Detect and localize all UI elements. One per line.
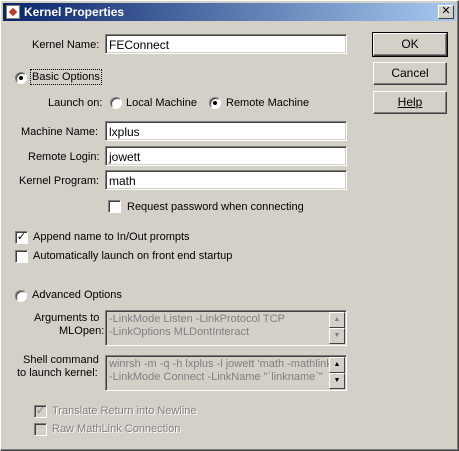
shell-command-line: winrsh -m -q -h lxplus -l jowett 'math -… — [109, 358, 332, 370]
arguments-line: -LinkMode Listen -LinkProtocol TCP — [109, 313, 285, 325]
kernel-properties-dialog: Kernel Properties ✕ OK Cancel Help Kerne… — [0, 0, 459, 451]
arguments-label-line1: Arguments to — [34, 312, 100, 324]
append-name-label[interactable]: Append name to In/Out prompts — [33, 231, 190, 243]
request-password-label[interactable]: Request password when connecting — [127, 201, 304, 213]
local-machine-radio[interactable] — [110, 97, 122, 109]
basic-options-radio[interactable] — [15, 72, 27, 84]
arguments-textarea[interactable]: -LinkMode Listen -LinkProtocol TCP -Link… — [105, 310, 347, 346]
kernel-program-input[interactable]: math — [105, 170, 347, 190]
scroll-down-icon[interactable]: ▼ — [329, 373, 345, 389]
close-button[interactable]: ✕ — [438, 5, 454, 19]
window-title: Kernel Properties — [24, 5, 125, 19]
translate-return-label[interactable]: Translate Return into Newline — [52, 405, 197, 417]
kernel-program-label: Kernel Program: — [19, 175, 100, 187]
help-button[interactable]: Help — [373, 91, 447, 114]
basic-options-label[interactable]: Basic Options — [30, 69, 102, 85]
remote-machine-radio[interactable] — [209, 97, 221, 109]
raw-mathlink-label[interactable]: Raw MathLink Connection — [52, 423, 180, 435]
scroll-up-icon[interactable]: ▲ — [329, 312, 345, 328]
advanced-options-radio[interactable] — [15, 290, 27, 302]
help-button-label: Help — [397, 95, 423, 109]
shell-command-label-line2: to launch kernel: — [17, 367, 98, 379]
scroll-up-icon[interactable]: ▲ — [329, 357, 345, 373]
kernel-name-input[interactable]: FEConnect — [105, 34, 347, 54]
remote-login-label: Remote Login: — [28, 151, 100, 163]
shell-command-line: -LinkMode Connect -LinkName "`linkname`" — [109, 371, 323, 383]
mathematica-icon — [6, 5, 20, 19]
advanced-options-label[interactable]: Advanced Options — [32, 289, 122, 301]
machine-name-label: Machine Name: — [21, 126, 99, 138]
arguments-label-line2: MLOpen: — [59, 325, 105, 337]
scroll-down-icon[interactable]: ▼ — [329, 328, 345, 344]
shell-command-scrollbar[interactable]: ▲ ▼ — [329, 357, 345, 389]
shell-command-label-line1: Shell command — [23, 354, 99, 366]
arguments-scrollbar[interactable]: ▲ ▼ — [329, 312, 345, 344]
request-password-checkbox[interactable] — [108, 200, 121, 213]
launch-on-label: Launch on: — [48, 97, 103, 109]
auto-launch-checkbox[interactable] — [15, 250, 28, 263]
auto-launch-label[interactable]: Automatically launch on front end startu… — [33, 250, 232, 262]
append-name-checkbox[interactable]: ✓ — [15, 231, 28, 244]
shell-command-textarea[interactable]: winrsh -m -q -h lxplus -l jowett 'math -… — [105, 355, 347, 391]
remote-login-input[interactable]: jowett — [105, 146, 347, 166]
remote-machine-label[interactable]: Remote Machine — [226, 97, 309, 109]
machine-name-input[interactable]: lxplus — [105, 121, 347, 141]
cancel-button[interactable]: Cancel — [373, 62, 447, 85]
kernel-name-label: Kernel Name: — [32, 39, 100, 51]
raw-mathlink-checkbox[interactable] — [34, 423, 47, 436]
local-machine-label[interactable]: Local Machine — [126, 97, 197, 109]
title-bar[interactable]: Kernel Properties ✕ — [3, 3, 456, 21]
translate-return-checkbox[interactable]: ✓ — [34, 405, 47, 418]
ok-button[interactable]: OK — [372, 32, 448, 57]
arguments-line: -LinkOptions MLDontInteract — [109, 326, 250, 338]
